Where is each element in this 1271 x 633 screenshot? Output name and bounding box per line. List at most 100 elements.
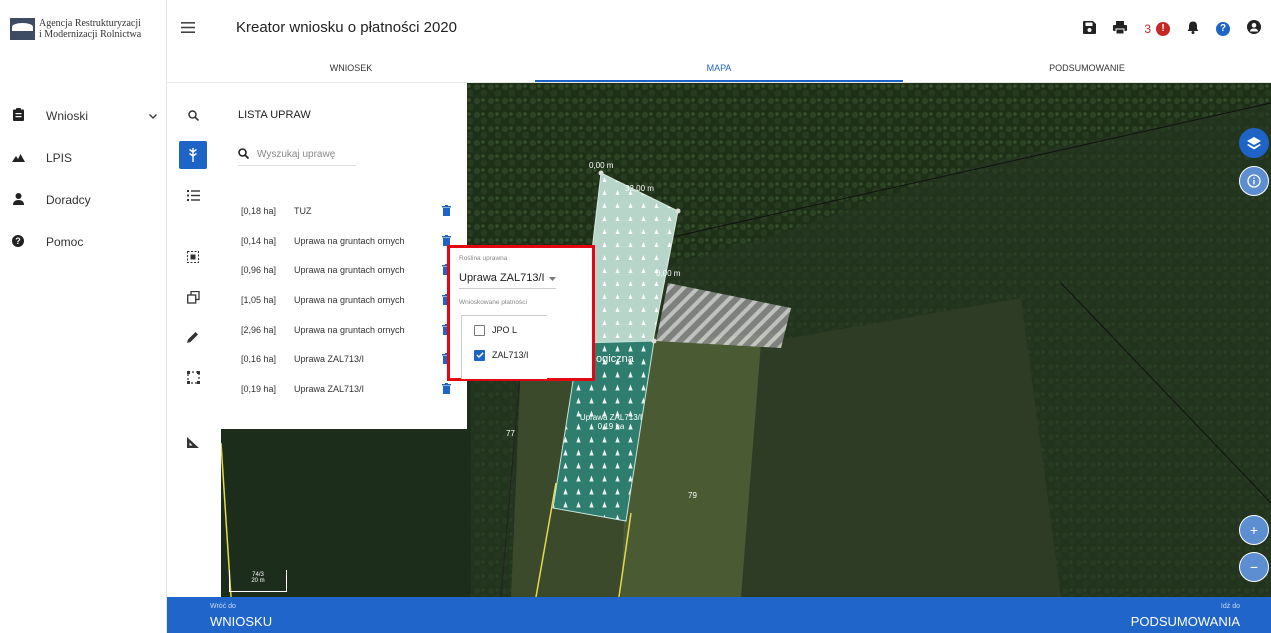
list-icon[interactable] [179, 181, 207, 209]
list-item[interactable]: [0,19 ha] Uprawa ZAL713/I [241, 374, 451, 404]
payments-field-label: Wnioskowane płatności [459, 299, 527, 306]
next-caption: Idź do [1220, 603, 1240, 610]
sidebar-item-label: LPIS [46, 151, 73, 165]
person-icon [11, 192, 25, 208]
crop-name: Uprawa ZAL713/I [294, 383, 365, 394]
error-count: 3 [1144, 21, 1151, 36]
bounding-box-icon[interactable] [179, 363, 207, 391]
question-icon: ? [11, 234, 25, 250]
parcel-number-79: 79 [688, 491, 697, 500]
list-item[interactable]: [0,96 ha] Uprawa na gruntach ornych [241, 255, 451, 285]
minus-icon: − [1249, 559, 1259, 575]
mountain-icon [11, 151, 25, 165]
payments-options: JPO L ZAL713/I [461, 315, 547, 379]
panel-title: LISTA UPRAW [238, 109, 311, 121]
chevron-down-icon[interactable] [149, 111, 157, 121]
search-tool-icon[interactable] [179, 101, 207, 129]
checkbox-unchecked[interactable] [474, 324, 485, 336]
page-title: Kreator wniosku o płatności 2020 [236, 19, 457, 36]
trash-icon[interactable] [441, 382, 451, 395]
list-item[interactable]: [0,14 ha] Uprawa na gruntach ornych [241, 226, 451, 256]
copy-shape-icon[interactable] [179, 283, 207, 311]
sidebar-nav: Wnioski LPIS Doradcy ? Pomoc [0, 95, 167, 263]
zoom-out-button[interactable]: − [1239, 552, 1269, 582]
measure-label-3: 0,00 m [656, 269, 681, 278]
clipboard-icon [11, 108, 25, 124]
top-actions: 3 ! ? [1083, 20, 1261, 37]
crop-map-label-area: 0,19 ha [597, 422, 625, 431]
bell-icon[interactable] [1187, 21, 1199, 37]
user-account-icon[interactable] [1247, 20, 1261, 37]
payment-option-zal[interactable]: ZAL713/I [462, 344, 547, 366]
sidebar-item-label: Pomoc [46, 235, 84, 249]
crop-name: Uprawa na gruntach ornych [294, 235, 405, 246]
crop-area: [0,16 ha] [241, 354, 277, 365]
hamburger-menu-icon[interactable] [181, 20, 195, 38]
sidebar: Agencja Restrukturyzacji i Modernizacji … [0, 0, 167, 633]
logo-icon [10, 18, 35, 40]
top-bar: Kreator wniosku o płatności 2020 3 ! ? [167, 0, 1271, 60]
crop-field-label: Roślina uprawna [459, 255, 508, 262]
list-item[interactable]: [0,18 ha] TUZ [241, 196, 451, 226]
scale-label-bottom: 20 m [251, 578, 265, 584]
crop-name: TUZ [294, 205, 312, 216]
crop-list: [0,18 ha] TUZ [0,14 ha] Uprawa na grunta… [241, 196, 451, 404]
sidebar-item-pomoc[interactable]: ? Pomoc [0, 221, 167, 263]
info-button[interactable] [1239, 166, 1269, 196]
crop-area: [0,19 ha] [241, 383, 277, 394]
save-icon[interactable] [1083, 20, 1097, 37]
trash-icon[interactable] [441, 204, 451, 217]
crop-search-input[interactable] [257, 149, 352, 160]
sidebar-item-label: Doradcy [46, 193, 91, 207]
back-label: WNIOSKU [210, 614, 273, 629]
crop-select[interactable]: Uprawa ZAL713/I [459, 267, 556, 289]
crop-search [238, 144, 356, 166]
select-area-icon[interactable] [179, 243, 207, 271]
dropdown-arrow-icon [549, 272, 556, 284]
print-icon[interactable] [1113, 20, 1128, 37]
checkbox-checked[interactable] [474, 349, 485, 361]
layers-icon [1247, 136, 1261, 149]
help-icon[interactable]: ? [1216, 21, 1230, 36]
crop-area: [0,96 ha] [241, 265, 277, 276]
search-icon [238, 147, 250, 162]
sidebar-item-doradcy[interactable]: Doradcy [0, 179, 167, 221]
list-item[interactable]: [2,96 ha] Uprawa na gruntach ornych [241, 315, 451, 345]
tab-bar: WNIOSEK MAPA PODSUMOWANIE [167, 55, 1271, 83]
logo-line-2: i Modernizacji Rolnictwa [39, 29, 142, 40]
crop-name: Uprawa ZAL713/I [294, 354, 365, 365]
bottom-navigation: Wróć do WNIOSKU Idź do PODSUMOWANIA [167, 597, 1271, 633]
agency-logo[interactable]: Agencja Restrukturyzacji i Modernizacji … [10, 18, 169, 40]
crop-map-label-name: Uprawa ZAL713/I [579, 413, 643, 422]
next-label: PODSUMOWANIA [1130, 614, 1240, 629]
crop-map-label: Uprawa ZAL713/I 0,19 ha [571, 413, 651, 431]
list-item[interactable]: [1,05 ha] Uprawa na gruntach ornych [241, 285, 451, 315]
check-icon [475, 352, 484, 358]
sidebar-item-label: Wnioski [46, 109, 89, 123]
tab-podsumowanie[interactable]: PODSUMOWANIE [903, 55, 1271, 82]
crop-edit-popup: Roślina uprawna Uprawa ZAL713/I Wnioskow… [447, 245, 595, 381]
crop-name: Uprawa na gruntach ornych [294, 265, 405, 276]
crop-select-value: Uprawa ZAL713/I [459, 271, 545, 284]
payment-option-label: ZAL713/I [492, 350, 529, 360]
pencil-icon[interactable] [179, 323, 207, 351]
layers-button[interactable] [1239, 128, 1269, 158]
crop-area: [1,05 ha] [241, 294, 277, 305]
crop-tool-icon[interactable] [179, 141, 207, 169]
info-icon [1247, 174, 1261, 188]
payment-option-jpo[interactable]: JPO L [462, 319, 547, 341]
sidebar-item-lpis[interactable]: LPIS [0, 137, 167, 179]
zoom-in-button[interactable]: + [1239, 515, 1269, 545]
measure-label-1: 0,00 m [589, 161, 614, 170]
measure-angle-icon[interactable] [179, 428, 207, 456]
logo-line-1: Agencja Restrukturyzacji [39, 18, 141, 29]
sidebar-item-wnioski[interactable]: Wnioski [0, 95, 167, 137]
tab-mapa[interactable]: MAPA [535, 55, 903, 82]
map-scale-bar: 74/3 20 m [229, 570, 287, 592]
error-alert-icon[interactable]: ! [1156, 21, 1170, 36]
list-item[interactable]: [0,16 ha] Uprawa ZAL713/I [241, 344, 451, 374]
parcel-number-77: 77 [506, 429, 515, 438]
crop-area: [2,96 ha] [241, 324, 277, 335]
svg-text:?: ? [15, 236, 21, 246]
tab-wniosek[interactable]: WNIOSEK [167, 55, 535, 82]
